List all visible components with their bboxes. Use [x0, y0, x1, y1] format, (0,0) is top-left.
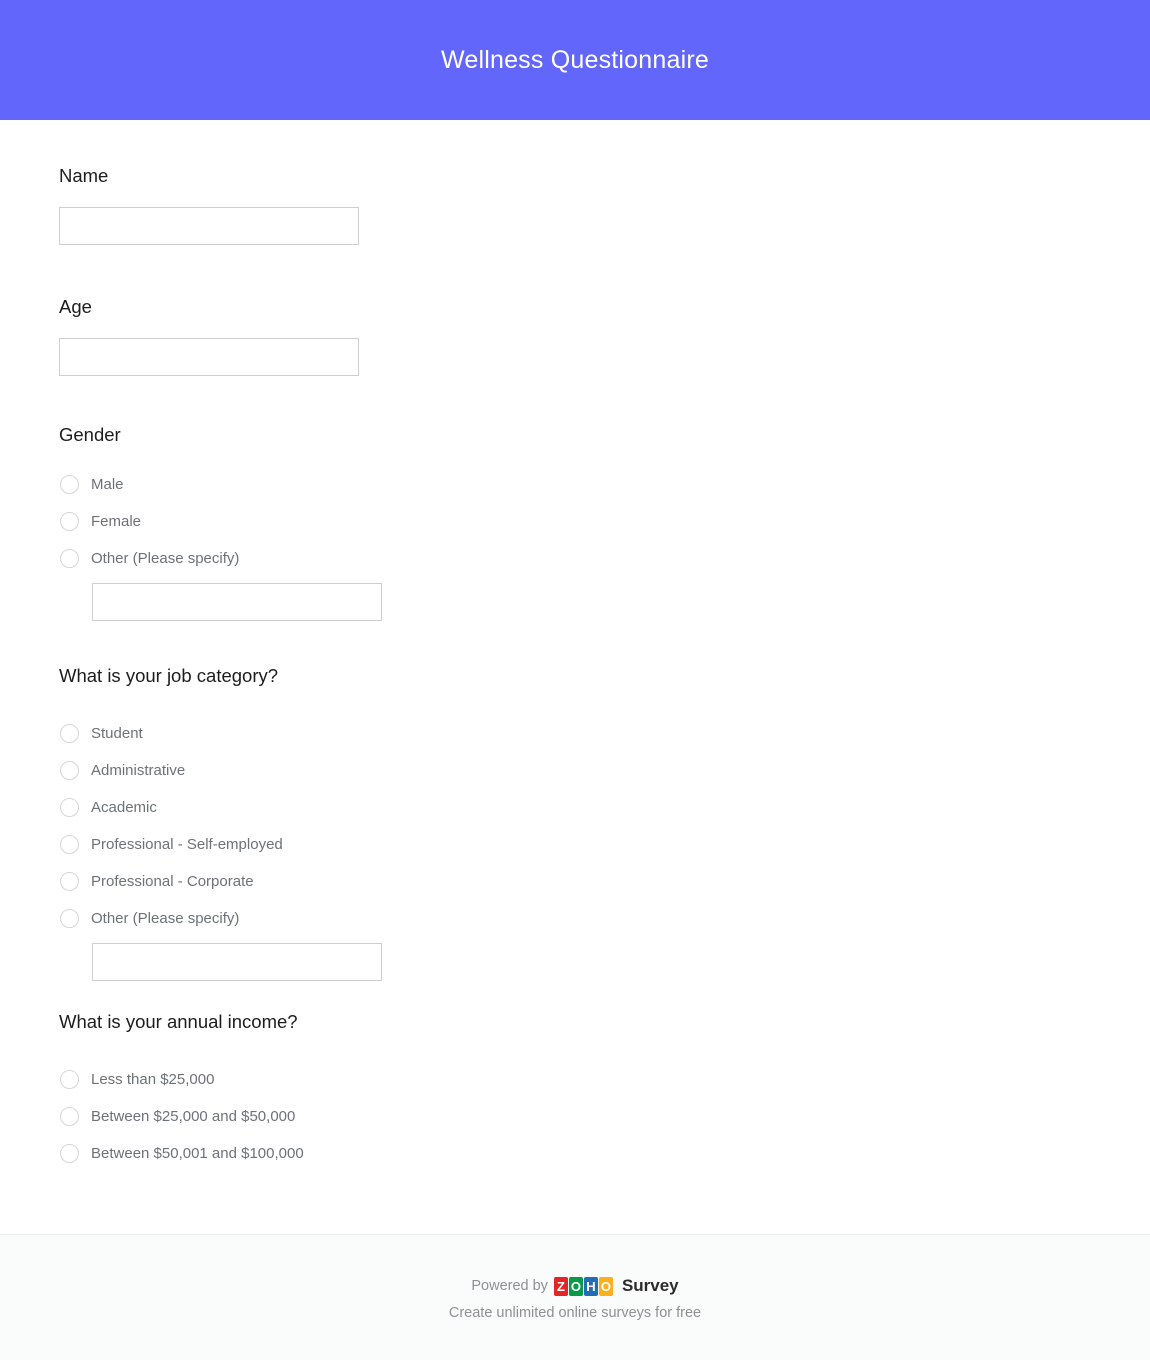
question-label-age: Age — [59, 295, 1150, 320]
radio-label: Administrative — [91, 763, 185, 778]
radio-icon[interactable] — [60, 835, 79, 854]
radio-option-income-25000-50000[interactable]: Between $25,000 and $50,000 — [59, 1098, 1150, 1135]
question-gender: Gender Male Female Other (Please specify… — [59, 423, 1150, 621]
radio-option-gender-other[interactable]: Other (Please specify) — [59, 540, 1150, 577]
question-age: Age — [59, 295, 1150, 376]
job-other-input[interactable] — [92, 943, 382, 981]
questions-container: Name Age Gender Male Female — [0, 120, 1150, 1172]
radio-label: Other (Please specify) — [91, 551, 239, 566]
radio-icon[interactable] — [60, 872, 79, 891]
question-name: Name — [59, 164, 1150, 245]
radio-option-job-other[interactable]: Other (Please specify) — [59, 900, 1150, 937]
radio-icon[interactable] — [60, 1144, 79, 1163]
radio-option-academic[interactable]: Academic — [59, 789, 1150, 826]
radio-option-professional-self-employed[interactable]: Professional - Self-employed — [59, 826, 1150, 863]
spacer — [59, 376, 1150, 423]
question-label-annual-income: What is your annual income? — [59, 1010, 1150, 1035]
radio-icon[interactable] — [60, 909, 79, 928]
footer-tagline: Create unlimited online surveys for free — [449, 1305, 701, 1321]
zoho-letter-o-second: O — [599, 1277, 613, 1296]
radio-option-female[interactable]: Female — [59, 503, 1150, 540]
radio-label: Student — [91, 726, 143, 741]
radio-label: Between $25,000 and $50,000 — [91, 1109, 295, 1124]
gender-other-input[interactable] — [92, 583, 382, 621]
brand-survey-word: Survey — [622, 1276, 679, 1296]
radio-label: Male — [91, 477, 124, 492]
radio-icon[interactable] — [60, 475, 79, 494]
radio-label: Between $50,001 and $100,000 — [91, 1146, 304, 1161]
job-other-input-wrap — [59, 943, 1150, 981]
spacer — [59, 621, 1150, 664]
question-job-category: What is your job category? Student Admin… — [59, 664, 1150, 981]
radio-label: Other (Please specify) — [91, 911, 239, 926]
age-input[interactable] — [59, 338, 359, 376]
radio-icon[interactable] — [60, 798, 79, 817]
survey-header: Wellness Questionnaire — [0, 0, 1150, 120]
radio-label: Professional - Self-employed — [91, 837, 283, 852]
radio-icon[interactable] — [60, 512, 79, 531]
question-label-gender: Gender — [59, 423, 1150, 448]
powered-by-label: Powered by — [471, 1278, 548, 1294]
radio-option-professional-corporate[interactable]: Professional - Corporate — [59, 863, 1150, 900]
radio-icon[interactable] — [60, 761, 79, 780]
powered-by-line: Powered by Z O H O Survey — [471, 1276, 678, 1296]
page-title: Wellness Questionnaire — [441, 45, 709, 75]
question-annual-income: What is your annual income? Less than $2… — [59, 1010, 1150, 1172]
zoho-logo-icon: Z O H O — [554, 1277, 613, 1296]
radio-label: Less than $25,000 — [91, 1072, 214, 1087]
radio-option-income-less-25000[interactable]: Less than $25,000 — [59, 1061, 1150, 1098]
radio-option-income-50001-100000[interactable]: Between $50,001 and $100,000 — [59, 1135, 1150, 1172]
radio-label: Female — [91, 514, 141, 529]
spacer — [59, 981, 1150, 1010]
radio-icon[interactable] — [60, 724, 79, 743]
question-label-job-category: What is your job category? — [59, 664, 1150, 689]
zoho-letter-h: H — [584, 1277, 598, 1296]
radio-option-administrative[interactable]: Administrative — [59, 752, 1150, 789]
question-label-name: Name — [59, 164, 1150, 189]
zoho-letter-o-first: O — [569, 1277, 583, 1296]
zoho-letter-z: Z — [554, 1277, 568, 1296]
radio-label: Professional - Corporate — [91, 874, 254, 889]
gender-other-input-wrap — [59, 583, 1150, 621]
radio-icon[interactable] — [60, 1107, 79, 1126]
radio-option-male[interactable]: Male — [59, 466, 1150, 503]
name-input[interactable] — [59, 207, 359, 245]
survey-body: Name Age Gender Male Female — [0, 120, 1150, 1360]
survey-footer: Powered by Z O H O Survey Create unlimit… — [0, 1234, 1150, 1360]
radio-option-student[interactable]: Student — [59, 715, 1150, 752]
spacer — [59, 245, 1150, 295]
survey-page: Wellness Questionnaire Name Age Gender — [0, 0, 1150, 1360]
radio-label: Academic — [91, 800, 157, 815]
radio-icon[interactable] — [60, 549, 79, 568]
radio-icon[interactable] — [60, 1070, 79, 1089]
